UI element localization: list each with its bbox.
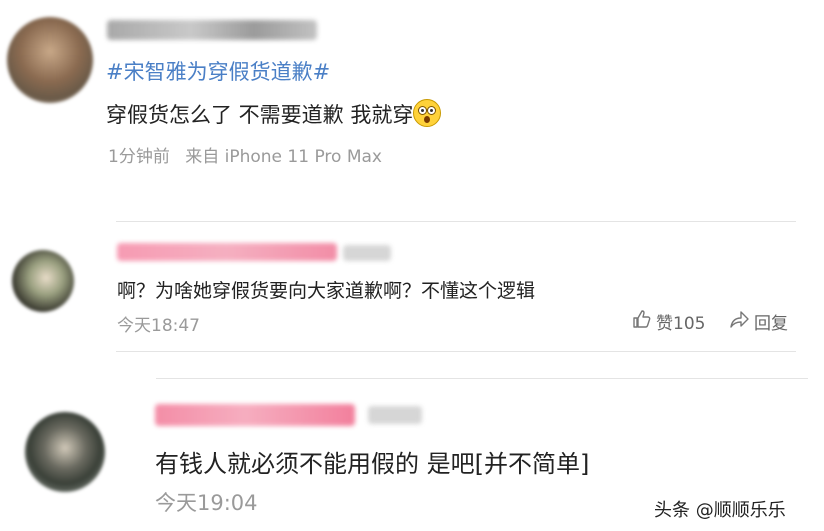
- reply-text: 啊？为啥她穿假货要向大家道歉啊？不懂这个逻辑: [117, 280, 536, 302]
- divider: [116, 351, 796, 352]
- watermark: 头条 @顺顺乐乐: [654, 500, 786, 521]
- divider: [116, 221, 796, 222]
- user-location-blurred: [343, 245, 391, 261]
- username-blurred[interactable]: [107, 20, 317, 40]
- thumbs-up-icon: [632, 309, 652, 334]
- comment-time: 1分钟前: [108, 147, 170, 167]
- comment-text-content: 穿假货怎么了 不需要道歉 我就穿: [106, 103, 414, 127]
- astonished-emoji-icon: [413, 99, 442, 127]
- share-arrow-icon: [730, 309, 750, 334]
- reply-label: 回复: [754, 314, 788, 334]
- reply-text: 有钱人就必须不能用假的 是吧[并不简单]: [155, 450, 590, 478]
- comment-source: 来自 iPhone 11 Pro Max: [185, 147, 382, 167]
- reply-button[interactable]: 回复: [730, 309, 788, 334]
- like-button[interactable]: 赞105: [632, 309, 705, 334]
- username-blurred[interactable]: [155, 404, 355, 426]
- comment-meta: 1分钟前 来自 iPhone 11 Pro Max: [108, 142, 382, 167]
- avatar[interactable]: [7, 17, 93, 103]
- reply-time: 今天18:47: [117, 316, 200, 336]
- hashtag-link[interactable]: #宋智雅为穿假货道歉#: [106, 56, 330, 86]
- comment-text: 穿假货怎么了 不需要道歉 我就穿: [106, 99, 442, 129]
- avatar[interactable]: [25, 412, 105, 492]
- divider: [156, 378, 808, 379]
- avatar[interactable]: [12, 250, 74, 312]
- username-blurred[interactable]: [117, 243, 337, 261]
- user-location-blurred: [368, 406, 422, 424]
- reply-time: 今天19:04: [155, 491, 258, 515]
- like-count: 赞105: [656, 314, 706, 334]
